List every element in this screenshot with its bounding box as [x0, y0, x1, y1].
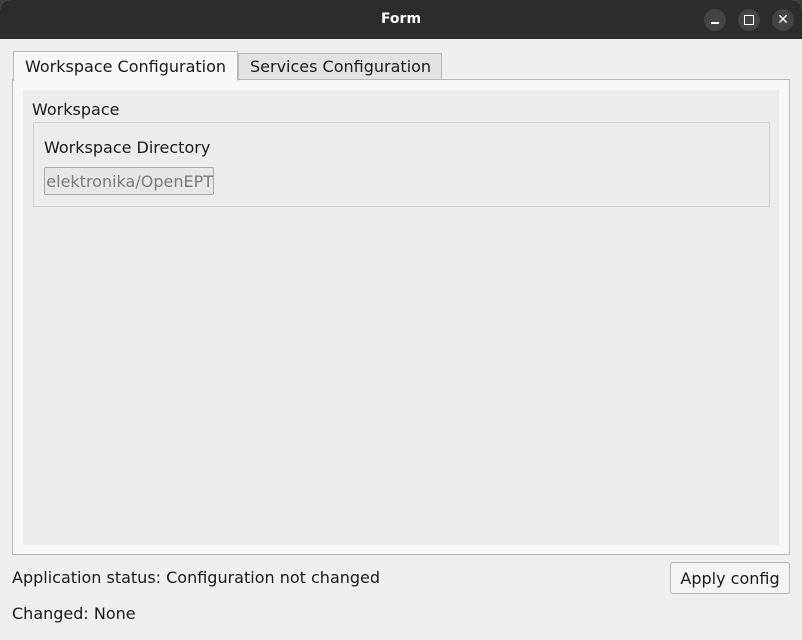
window-title: Form	[380, 11, 422, 27]
workspace-directory-field[interactable]	[44, 167, 214, 195]
maximize-icon	[744, 15, 754, 25]
tab-workspace-configuration[interactable]: Workspace Configuration	[13, 51, 238, 81]
application-status-label: Application status: Configuration not ch…	[12, 568, 381, 587]
maximize-button[interactable]	[738, 9, 760, 31]
workspace-directory-group: Workspace Directory	[33, 122, 770, 207]
changed-label: Changed: None	[12, 604, 136, 623]
tab-services-configuration[interactable]: Services Configuration	[238, 53, 442, 80]
tab-pane: Workspace Workspace Directory	[12, 79, 790, 555]
apply-config-button[interactable]: Apply config	[670, 562, 790, 594]
workspace-panel: Workspace Workspace Directory	[23, 90, 779, 545]
title-bar[interactable]: Form ✕	[0, 0, 802, 39]
minimize-icon	[711, 22, 719, 24]
close-button[interactable]: ✕	[772, 9, 794, 31]
close-icon: ✕	[777, 12, 789, 28]
workspace-directory-label: Workspace Directory	[44, 138, 211, 157]
workspace-group-label: Workspace	[32, 100, 120, 119]
form-window: Form ✕ Workspace Configuration Services …	[0, 0, 802, 640]
minimize-button[interactable]	[704, 9, 726, 31]
